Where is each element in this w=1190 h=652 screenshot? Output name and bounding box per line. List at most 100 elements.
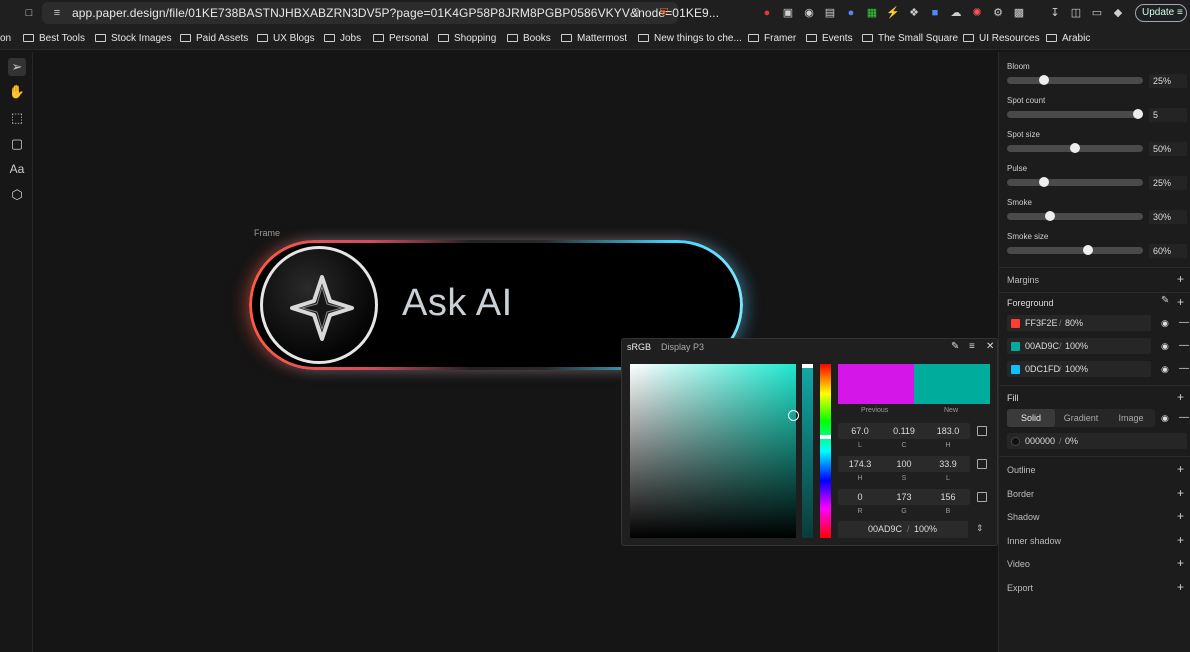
sidebar-icon[interactable]: ◫ [1069, 6, 1083, 20]
alpha-input[interactable]: 100% [914, 524, 937, 534]
add-outline-icon[interactable]: + [1177, 462, 1184, 476]
bookmark-folder[interactable]: The Small Square [862, 32, 958, 46]
cloud-icon[interactable]: ☁ [949, 6, 963, 20]
bookmark-folder[interactable]: Arabic [1046, 32, 1090, 46]
wallet-icon[interactable]: ▭ [1090, 6, 1104, 20]
spot-size-slider[interactable] [1007, 143, 1143, 153]
add-inner-shadow-icon[interactable]: + [1177, 533, 1184, 547]
bookmark-folder[interactable]: UI Resources [963, 32, 1040, 46]
add-border-icon[interactable]: + [1177, 486, 1184, 500]
color-hex[interactable]: FF3F2E [1025, 318, 1058, 328]
hsl-s-input[interactable]: 100 [882, 459, 926, 469]
remove-icon[interactable]: — [1179, 340, 1189, 351]
bookmark-folder[interactable]: Framer [748, 32, 796, 46]
bookmark-folder[interactable]: Personal [373, 32, 428, 46]
inner-shadow-section[interactable]: Inner shadow [1007, 536, 1061, 546]
spot-count-slider[interactable] [1007, 109, 1143, 119]
bookmark-item[interactable]: on [0, 32, 11, 46]
bookmark-folder[interactable]: Jobs [324, 32, 361, 46]
previous-color-swatch[interactable] [838, 364, 914, 404]
hand-tool-icon[interactable]: ✋ [8, 83, 26, 101]
extension-icon[interactable]: ✺ [970, 6, 984, 20]
tab-solid[interactable]: Solid [1007, 409, 1055, 427]
fill-alpha[interactable]: 0% [1065, 436, 1078, 446]
lch-c-input[interactable]: 0.119 [882, 426, 926, 436]
copy-icon[interactable] [977, 492, 987, 502]
add-fill-icon[interactable]: + [1177, 390, 1184, 404]
outline-section[interactable]: Outline [1007, 465, 1036, 475]
color-hex[interactable]: 00AD9C [1025, 341, 1059, 351]
border-section[interactable]: Border [1007, 489, 1034, 499]
remove-icon[interactable]: — [1179, 363, 1189, 374]
extension-icon[interactable]: ▤ [823, 6, 837, 20]
eye-icon[interactable]: ◉ [1161, 318, 1169, 329]
bloom-slider[interactable] [1007, 75, 1143, 85]
copy-icon[interactable] [977, 459, 987, 469]
select-tool-icon[interactable]: ➢ [8, 58, 26, 76]
smoke-size-value[interactable]: 60% [1149, 244, 1187, 258]
bookmark-folder[interactable]: Stock Images [95, 32, 172, 46]
extension-icon[interactable]: ◉ [802, 6, 816, 20]
foreground-color-row[interactable]: FF3F2E / 80% [1007, 315, 1151, 331]
color-swatch[interactable] [1011, 437, 1020, 446]
pulse-value[interactable]: 25% [1149, 176, 1187, 190]
eye-icon[interactable]: ◉ [1161, 364, 1169, 375]
add-video-icon[interactable]: + [1177, 556, 1184, 570]
pulse-slider[interactable] [1007, 177, 1143, 187]
tab-display-p3[interactable]: Display P3 [661, 342, 704, 352]
edit-icon[interactable]: ✎ [1161, 295, 1169, 306]
text-tool-icon[interactable]: Aa [8, 160, 26, 178]
hsl-l-input[interactable]: 33.9 [926, 459, 970, 469]
tab-srgb[interactable]: sRGB [627, 342, 651, 352]
remove-icon[interactable]: — [1179, 317, 1189, 328]
hsl-h-input[interactable]: 174.3 [838, 459, 882, 469]
bookmark-folder[interactable]: Events [806, 32, 853, 46]
shadow-section[interactable]: Shadow [1007, 512, 1040, 522]
bookmark-folder[interactable]: Books [507, 32, 551, 46]
eye-icon[interactable]: ◉ [1161, 341, 1169, 352]
brave-shield-icon[interactable]: ⛨ [657, 6, 671, 20]
extension-icon[interactable]: ❖ [907, 6, 921, 20]
bookmark-folder[interactable]: Best Tools [23, 32, 85, 46]
bookmark-folder[interactable]: UX Blogs [257, 32, 315, 46]
slider-knob[interactable] [1038, 75, 1049, 85]
update-button[interactable]: Update ≡ [1135, 4, 1187, 22]
saturation-value-area[interactable] [630, 364, 796, 538]
frame-label[interactable]: Frame [254, 228, 280, 238]
margins-section[interactable]: Margins [1007, 275, 1039, 285]
add-shadow-icon[interactable]: + [1177, 509, 1184, 523]
color-hex[interactable]: 0DC1FD [1025, 364, 1060, 374]
extension-icon[interactable]: ■ [928, 6, 942, 20]
add-export-icon[interactable]: + [1177, 580, 1184, 594]
smoke-slider[interactable] [1007, 211, 1143, 221]
bookmark-folder[interactable]: New things to che... [638, 32, 742, 46]
format-toggle-icon[interactable]: ⇕ [976, 523, 984, 534]
puzzle-icon[interactable]: ⚙ [991, 6, 1005, 20]
add-foreground-icon[interactable]: + [1177, 295, 1184, 309]
remove-icon[interactable]: — [1179, 412, 1189, 423]
video-section[interactable]: Video [1007, 559, 1030, 569]
bookmark-folder[interactable]: Shopping [438, 32, 496, 46]
extension-icon[interactable]: ● [760, 6, 774, 20]
site-settings-icon[interactable]: ≡ [50, 6, 64, 20]
bookmark-folder[interactable]: Mattermost [561, 32, 627, 46]
color-handle[interactable] [788, 410, 799, 421]
extension-icon[interactable]: ▩ [1012, 6, 1026, 20]
close-icon[interactable]: ✕ [986, 341, 994, 352]
alpha-slider[interactable] [802, 364, 813, 538]
spot-size-value[interactable]: 50% [1149, 142, 1187, 156]
spot-count-value[interactable]: 5 [1149, 108, 1187, 122]
color-alpha[interactable]: 100% [1065, 341, 1088, 351]
hue-handle[interactable] [820, 435, 831, 439]
slider-knob[interactable] [1044, 211, 1055, 221]
vpn-icon[interactable]: ◆ [1111, 6, 1125, 20]
eye-icon[interactable]: ◉ [1161, 413, 1169, 424]
rgb-g-input[interactable]: 173 [882, 492, 926, 502]
fill-hex[interactable]: 000000 [1025, 436, 1055, 446]
lch-l-input[interactable]: 67.0 [838, 426, 882, 436]
slider-knob[interactable] [1133, 109, 1143, 119]
slider-knob[interactable] [1070, 143, 1080, 153]
component-tool-icon[interactable]: ⬡ [8, 186, 26, 204]
download-icon[interactable]: ↧ [1048, 6, 1062, 20]
eyedropper-icon[interactable]: ✎ [951, 341, 959, 352]
